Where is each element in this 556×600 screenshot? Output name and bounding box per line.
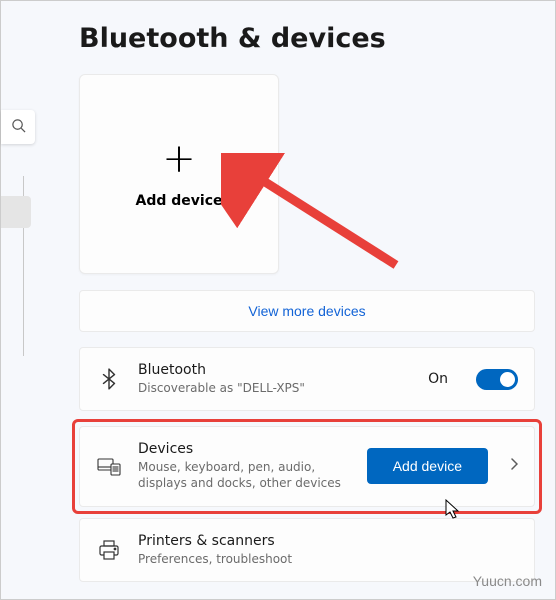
chevron-right-icon [510, 458, 518, 474]
printers-row[interactable]: Printers & scanners Preferences, trouble… [79, 518, 535, 582]
printers-desc: Preferences, troubleshoot [138, 551, 518, 567]
devices-desc: Mouse, keyboard, pen, audio, displays an… [138, 459, 351, 491]
printers-title: Printers & scanners [138, 533, 518, 549]
add-device-tile-label: Add device [136, 193, 223, 209]
bluetooth-row[interactable]: Bluetooth Discoverable as "DELL-XPS" On [79, 347, 535, 411]
plus-icon: + [162, 139, 196, 179]
search-icon [11, 118, 26, 136]
devices-highlight-box: Devices Mouse, keyboard, pen, audio, dis… [72, 419, 542, 513]
view-more-devices-button[interactable]: View more devices [79, 290, 535, 332]
sidebar-collapsed-item[interactable] [1, 196, 31, 228]
search-button[interactable] [1, 110, 35, 144]
bluetooth-icon [96, 366, 122, 392]
add-device-button[interactable]: Add device [367, 448, 488, 484]
devices-title: Devices [138, 441, 351, 457]
watermark: Yuucn.com [473, 573, 542, 589]
devices-row[interactable]: Devices Mouse, keyboard, pen, audio, dis… [79, 426, 535, 506]
bluetooth-toggle-label: On [428, 371, 448, 387]
page-title: Bluetooth & devices [79, 23, 555, 54]
bluetooth-desc: Discoverable as "DELL-XPS" [138, 380, 412, 396]
bluetooth-title: Bluetooth [138, 362, 412, 378]
printer-icon [96, 537, 122, 563]
add-device-tile[interactable]: + Add device [79, 74, 279, 274]
bluetooth-toggle[interactable] [476, 369, 518, 390]
devices-icon [96, 453, 122, 479]
